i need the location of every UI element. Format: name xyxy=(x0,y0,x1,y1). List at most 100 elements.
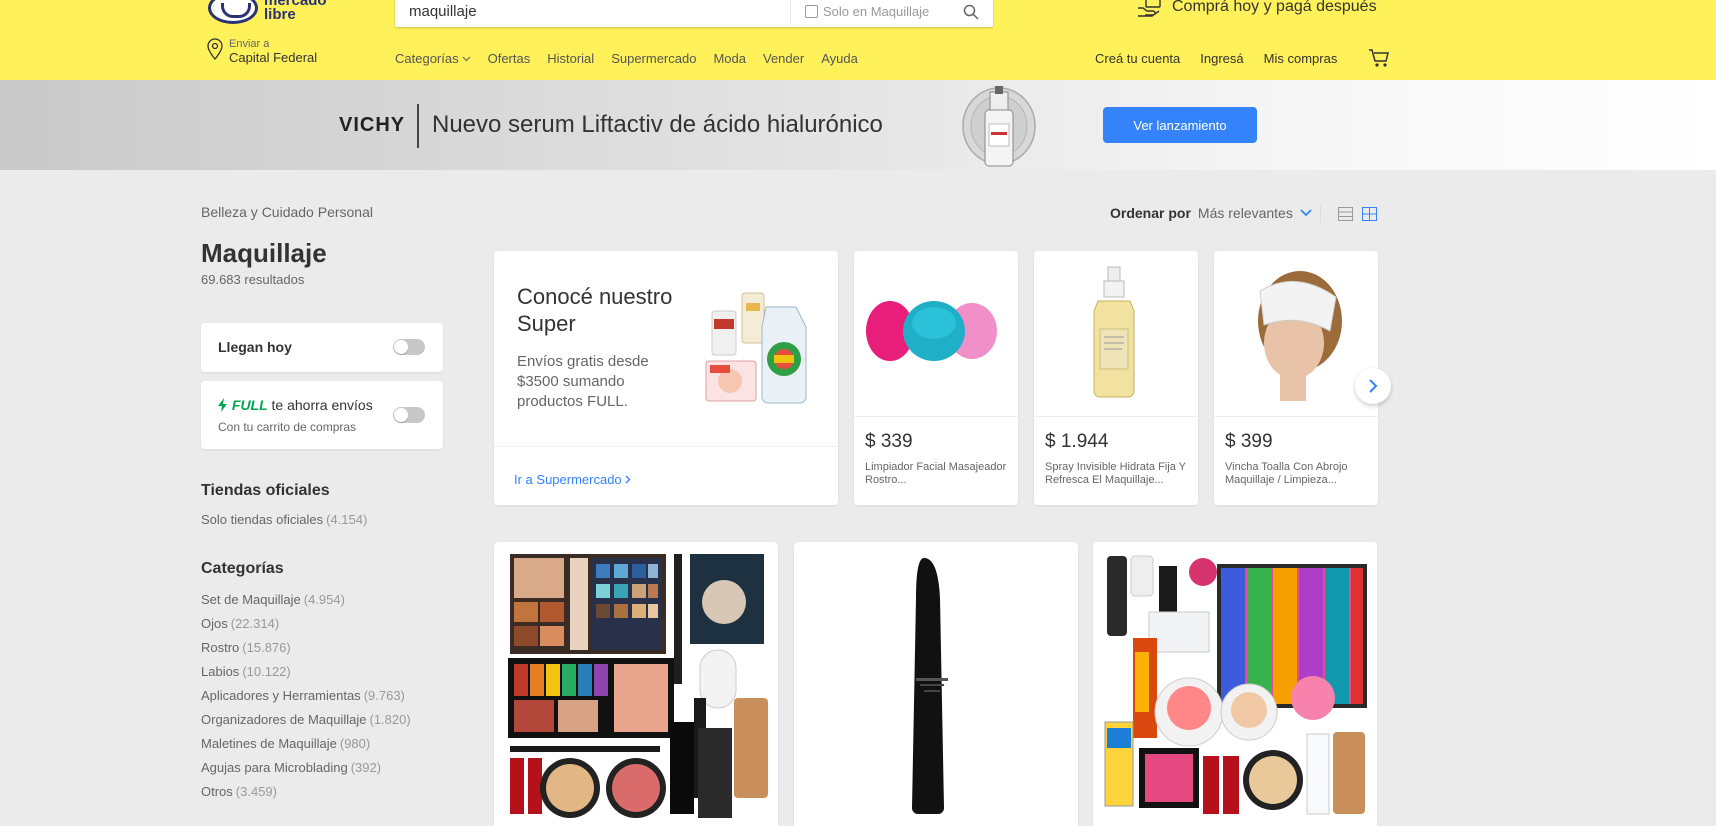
product-price: $ 399 xyxy=(1225,431,1273,452)
filter-llegan-hoy: Llegan hoy xyxy=(201,323,443,372)
product-card[interactable] xyxy=(1093,542,1377,826)
results-count: 69.683 resultados xyxy=(201,272,305,287)
product-card[interactable] xyxy=(494,542,778,826)
product-image xyxy=(1093,266,1135,398)
category-count: (9.763) xyxy=(363,688,405,703)
location-selector[interactable]: Enviar a Capital Federal xyxy=(207,38,317,66)
checkbox-icon[interactable] xyxy=(805,5,818,18)
product-title: Vincha Toalla Con Abrojo Maquillaje / Li… xyxy=(1225,461,1348,486)
my-purchases-link[interactable]: Mis compras xyxy=(1264,51,1338,66)
category-count: (3.459) xyxy=(235,784,277,799)
category-item[interactable]: Set de Maquillaje (4.954) xyxy=(201,588,411,612)
banner-text: Nuevo serum Liftactiv de ácido hialuróni… xyxy=(432,111,883,138)
product-title: Limpiador Facial Masajeador Rostro... xyxy=(865,461,1007,486)
card-divider xyxy=(1034,416,1198,417)
search-bar: Solo en Maquillaje xyxy=(395,0,993,27)
official-stores-heading: Tiendas oficiales xyxy=(201,482,330,499)
create-account-link[interactable]: Creá tu cuenta xyxy=(1095,51,1180,66)
full-badge: FULL xyxy=(231,397,268,413)
user-nav: Creá tu cuenta Ingresá Mis compras xyxy=(1095,51,1337,66)
category-label: Labios xyxy=(201,664,240,679)
promo-pay-later[interactable]: Comprá hoy y pagá después xyxy=(1136,0,1377,18)
nav-ayuda[interactable]: Ayuda xyxy=(821,51,858,66)
chevron-right-icon xyxy=(1369,379,1378,393)
cart-button[interactable] xyxy=(1368,48,1390,73)
super-divider xyxy=(494,446,838,447)
carousel-next-button[interactable] xyxy=(1355,368,1391,404)
main-nav: Categorías Ofertas Historial Supermercad… xyxy=(395,51,858,66)
nav-moda[interactable]: Moda xyxy=(713,51,746,66)
sort-dropdown[interactable]: Ordenar por Más relevantes xyxy=(1110,205,1312,221)
nav-categorias[interactable]: Categorías xyxy=(395,51,471,66)
category-item[interactable]: Otros (3.459) xyxy=(201,780,411,804)
full-toggle[interactable] xyxy=(393,407,425,423)
banner-brand: VICHY xyxy=(339,114,406,136)
list-view-icon[interactable] xyxy=(1338,207,1353,221)
location-value: Capital Federal xyxy=(229,50,318,65)
search-button[interactable] xyxy=(949,0,993,27)
product-title: Spray Invisible Hidrata Fija Y Refresca … xyxy=(1045,461,1186,486)
category-count: (392) xyxy=(350,760,382,775)
product-card[interactable]: $ 339 Limpiador Facial Masajeador Rostro… xyxy=(854,251,1018,505)
makeup-set-image xyxy=(508,554,768,818)
llegan-hoy-label: Llegan hoy xyxy=(218,339,292,355)
product-card[interactable]: $ 399 Vincha Toalla Con Abrojo Maquillaj… xyxy=(1214,251,1378,505)
category-label: Rostro xyxy=(201,640,240,655)
breadcrumb[interactable]: Belleza y Cuidado Personal xyxy=(201,204,373,220)
promo-banner[interactable]: VICHY Nuevo serum Liftactiv de ácido hia… xyxy=(0,80,1716,170)
category-item[interactable]: Aplicadores y Herramientas (9.763) xyxy=(201,684,411,708)
product-image xyxy=(866,301,997,361)
search-input[interactable] xyxy=(395,0,790,27)
banner-cta-button[interactable]: Ver lanzamiento xyxy=(1103,107,1257,143)
super-link[interactable]: Ir a Supermercado xyxy=(514,472,631,487)
grid-view-icon[interactable] xyxy=(1362,207,1377,221)
category-item[interactable]: Agujas para Microblading (392) xyxy=(201,756,411,780)
category-item[interactable]: Rostro (15.876) xyxy=(201,636,411,660)
full-label: FULL te ahorra envíos xyxy=(218,397,373,413)
chevron-right-icon xyxy=(625,475,631,484)
product-card[interactable] xyxy=(794,542,1078,826)
category-label: Aplicadores y Herramientas xyxy=(201,688,361,703)
product-price: $ 1.944 xyxy=(1045,431,1109,452)
category-item[interactable]: Ojos (22.314) xyxy=(201,612,411,636)
official-stores-link[interactable]: Solo tiendas oficiales (4.154) xyxy=(201,512,367,527)
category-count: (10.122) xyxy=(242,664,291,679)
location-pin-icon xyxy=(207,38,223,60)
official-label: Solo tiendas oficiales xyxy=(201,512,324,527)
sort-label: Ordenar por xyxy=(1110,205,1191,221)
location-label: Enviar a xyxy=(229,38,270,50)
search-icon xyxy=(963,4,979,20)
category-label: Agujas para Microblading xyxy=(201,760,348,775)
search-only-in-checkbox[interactable]: Solo en Maquillaje xyxy=(791,4,949,19)
category-item[interactable]: Maletines de Maquillaje (980) xyxy=(201,732,411,756)
card-divider xyxy=(1214,416,1378,417)
category-item[interactable]: Organizadores de Maquillaje (1.820) xyxy=(201,708,411,732)
serum-bottle-image xyxy=(962,86,1036,167)
login-link[interactable]: Ingresá xyxy=(1200,51,1243,66)
product-card[interactable]: $ 1.944 Spray Invisible Hidrata Fija Y R… xyxy=(1034,251,1198,505)
search-only-label: Solo en Maquillaje xyxy=(823,4,930,19)
nav-label: Categorías xyxy=(395,51,459,66)
categories-heading: Categorías xyxy=(201,560,284,577)
llegan-hoy-toggle[interactable] xyxy=(393,339,425,355)
nav-supermercado[interactable]: Supermercado xyxy=(611,51,696,66)
super-link-label: Ir a Supermercado xyxy=(514,472,622,487)
category-count: (4.954) xyxy=(303,592,345,607)
category-label: Organizadores de Maquillaje xyxy=(201,712,367,727)
header: mercado libre Solo en Maquillaje Comprá … xyxy=(0,0,1716,80)
chevron-down-icon xyxy=(1300,209,1312,217)
nav-vender[interactable]: Vender xyxy=(763,51,804,66)
logo[interactable]: mercado libre xyxy=(208,0,344,24)
official-count: (4.154) xyxy=(326,512,368,527)
category-list: Set de Maquillaje (4.954) Ojos (22.314) Ro… xyxy=(201,588,411,804)
super-title: Conocé nuestro Super xyxy=(517,284,673,336)
nav-historial[interactable]: Historial xyxy=(547,51,594,66)
makeup-kit-image xyxy=(1104,555,1367,815)
full-subtext: Con tu carrito de compras xyxy=(218,420,357,434)
category-item[interactable]: Labios (10.122) xyxy=(201,660,411,684)
supermarket-card[interactable]: Conocé nuestro Super Envíos gratis desde… xyxy=(494,251,838,505)
nav-ofertas[interactable]: Ofertas xyxy=(488,51,531,66)
category-label: Ojos xyxy=(201,616,228,631)
sort-value: Más relevantes xyxy=(1197,205,1293,221)
category-count: (1.820) xyxy=(369,712,411,727)
